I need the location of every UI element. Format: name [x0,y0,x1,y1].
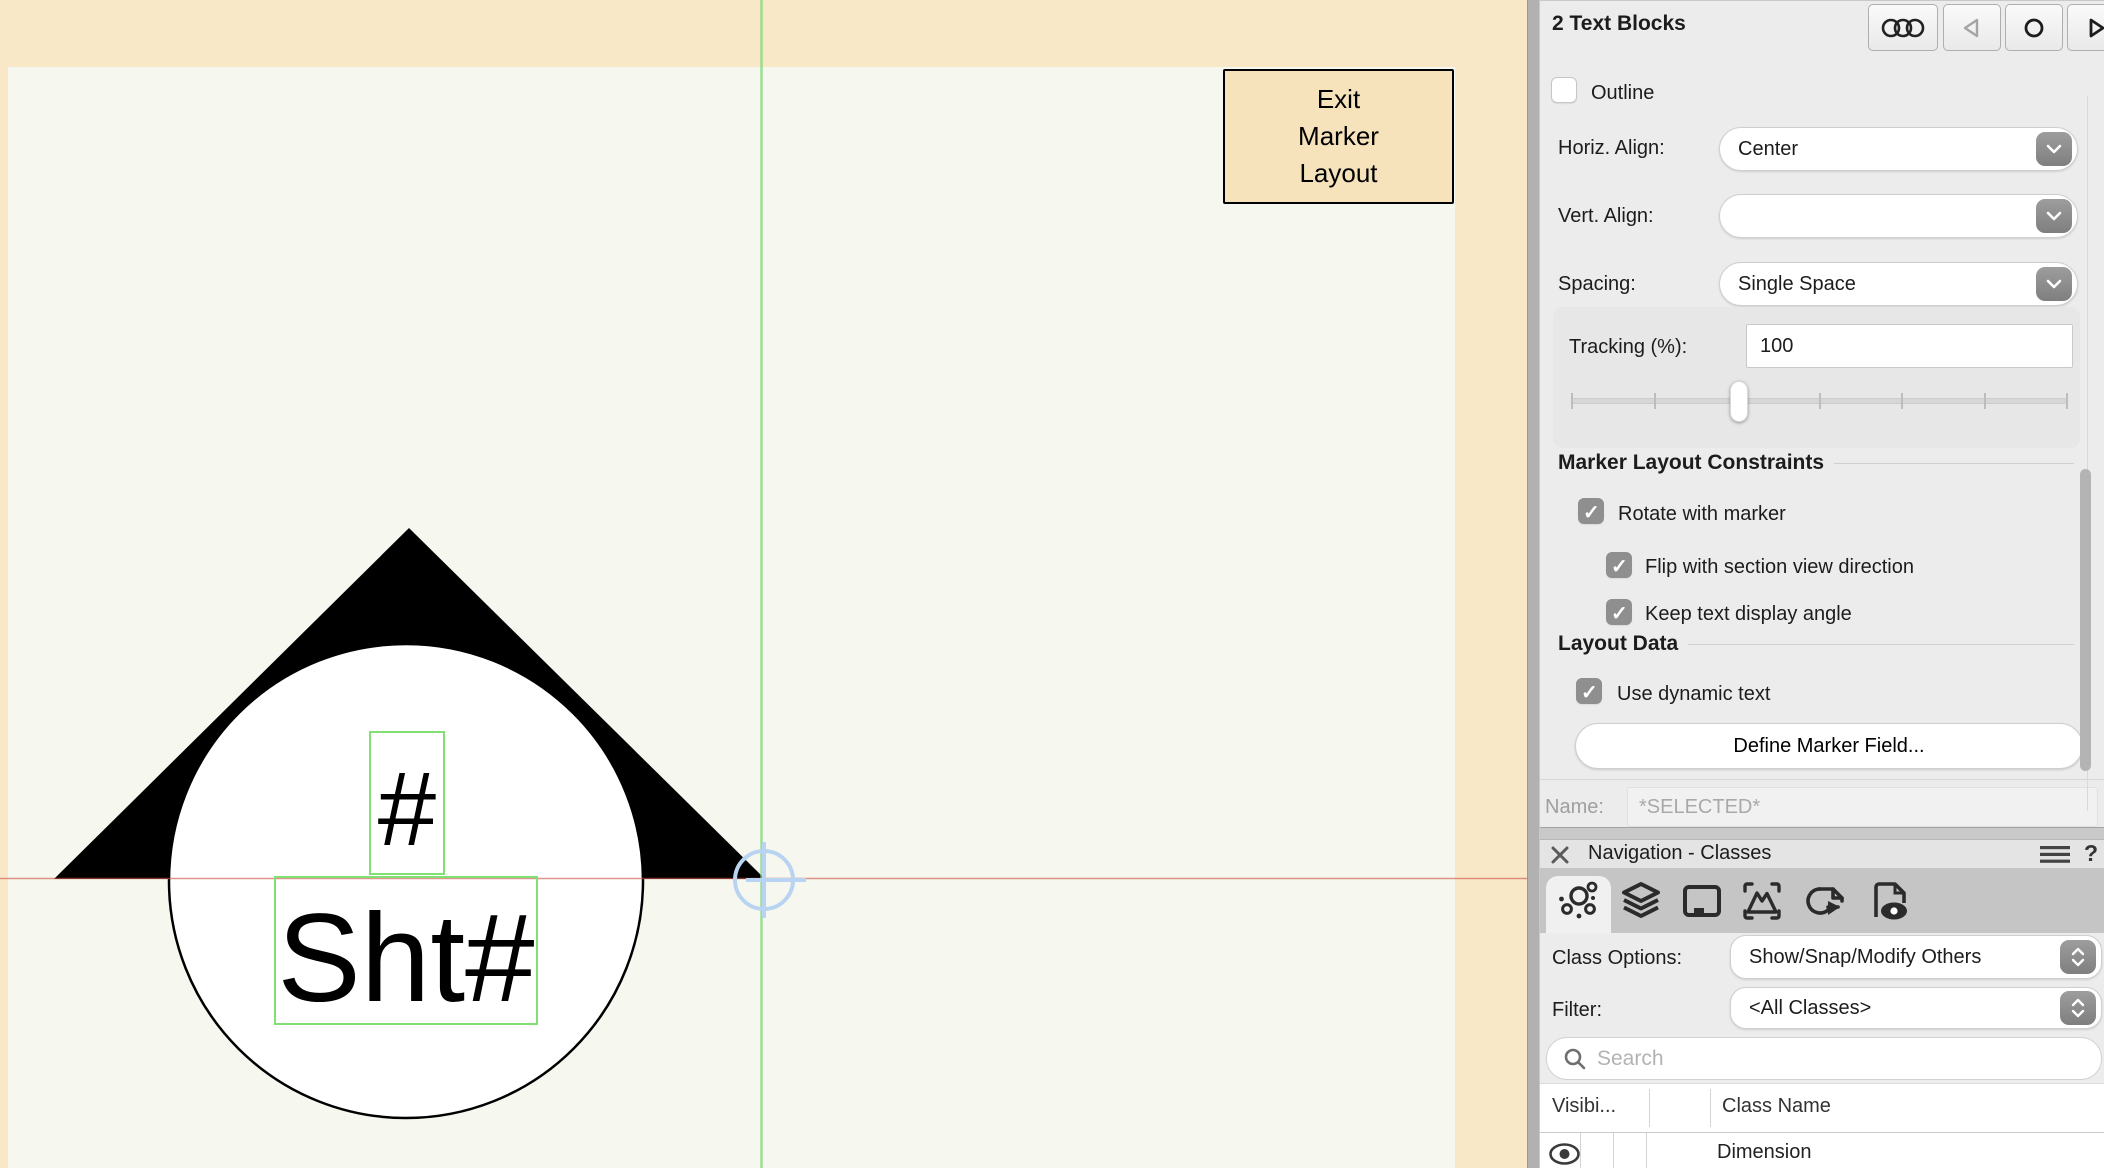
tracking-input[interactable] [1746,324,2073,368]
tracking-slider-thumb[interactable] [1730,381,1748,422]
search-input[interactable] [1597,1047,2101,1071]
outline-label: Outline [1591,80,1654,106]
marker-sheet-text[interactable]: Sht# [277,889,534,1028]
spacing-label: Spacing: [1558,271,1636,297]
spacing-value: Single Space [1720,273,2036,296]
page-eye-icon [1868,879,1912,923]
outline-checkbox[interactable] [1551,77,1577,103]
horiz-align-value: Center [1720,138,2036,161]
exit-marker-layout-button[interactable]: Exit Marker Layout [1223,69,1454,204]
triangle-left-icon [1960,16,1984,40]
tab-classes[interactable] [1557,879,1601,923]
menu-icon[interactable] [2040,846,2070,863]
next-object-button[interactable] [2067,4,2104,51]
class-name-cell[interactable]: Dimension [1717,1141,1811,1164]
filter-label: Filter: [1552,997,1602,1023]
marker-number-text[interactable]: # [378,751,436,868]
navigation-title: Navigation - Classes [1588,842,1771,865]
chain-selection-button[interactable] [1868,4,1938,51]
column-header-class-name[interactable]: Class Name [1722,1095,1831,1118]
navigation-toolbar [1540,868,2104,933]
use-dynamic-text-checkbox[interactable] [1576,678,1602,704]
tab-design-layers[interactable] [1619,879,1663,923]
panel-divider[interactable] [1527,0,1540,1168]
class-options-value: Show/Snap/Modify Others [1731,946,2060,969]
triangle-right-icon [2084,16,2104,40]
use-dynamic-text-label: Use dynamic text [1617,681,1770,707]
search-field[interactable] [1546,1037,2102,1080]
chevron-up-down-icon [2060,991,2096,1025]
chevron-up-down-icon [2060,940,2096,974]
rotate-with-marker-label: Rotate with marker [1618,501,1786,527]
rotate-with-marker-checkbox[interactable] [1578,498,1604,524]
circle-icon [2022,16,2046,40]
object-info-title: 2 Text Blocks [1552,12,1686,36]
classes-dots-icon [1557,879,1601,923]
spacing-dropdown[interactable]: Single Space [1719,262,2078,306]
name-input[interactable] [1627,787,2098,827]
class-options-dropdown[interactable]: Show/Snap/Modify Others [1730,935,2102,979]
chevron-down-icon [2036,132,2072,166]
navigation-header: Navigation - Classes ? [1540,840,2104,868]
horiz-align-label: Horiz. Align: [1558,135,1665,161]
tab-viewports[interactable] [1868,879,1912,923]
name-label: Name: [1545,794,1604,820]
flip-with-section-checkbox[interactable] [1606,552,1632,578]
tab-sheet-layers[interactable] [1680,879,1724,923]
marker-circle[interactable] [169,644,643,1118]
vert-align-dropdown[interactable] [1719,194,2078,238]
saved-views-icon [1740,879,1784,923]
flip-with-section-label: Flip with section view direction [1645,554,1914,580]
linked-circles-icon [1881,16,1925,40]
chevron-down-icon [2036,199,2072,233]
visibility-eye-icon[interactable] [1548,1142,1581,1166]
search-icon [1563,1047,1587,1071]
filter-value: <All Classes> [1731,997,2060,1020]
define-marker-field-button[interactable]: Define Marker Field... [1575,723,2083,769]
chevron-down-icon [2036,267,2072,301]
tracking-label: Tracking (%): [1569,334,1687,360]
class-table: Visibi... Class Name Dimension [1540,1083,2104,1168]
filter-dropdown[interactable]: <All Classes> [1730,987,2102,1029]
reference-page-icon [1806,879,1850,923]
help-icon[interactable]: ? [2084,840,2098,867]
origin-cursor [735,842,806,918]
palette-separator[interactable] [1540,827,2104,840]
class-options-label: Class Options: [1552,945,1682,971]
drawing-canvas[interactable]: # Sht# Exit Marker Layout [0,0,1540,1168]
column-header-visibility[interactable]: Visibi... [1552,1095,1616,1118]
tab-saved-views[interactable] [1740,879,1784,923]
layout-data-heading: Layout Data [1558,632,1678,656]
tracking-group: Tracking (%): [1553,307,2080,448]
close-icon[interactable] [1550,845,1570,865]
keep-text-angle-label: Keep text display angle [1645,601,1852,627]
layers-icon [1619,879,1663,923]
tab-references[interactable] [1806,879,1850,923]
vert-align-label: Vert. Align: [1558,203,1654,229]
sheet-layer-icon [1680,879,1724,923]
keep-text-angle-checkbox[interactable] [1606,599,1632,625]
scrollbar-thumb[interactable] [2080,469,2091,771]
constraints-heading: Marker Layout Constraints [1558,451,1824,475]
current-object-button[interactable] [2005,4,2063,51]
prev-object-button[interactable] [1943,4,2001,51]
horiz-align-dropdown[interactable]: Center [1719,127,2078,171]
